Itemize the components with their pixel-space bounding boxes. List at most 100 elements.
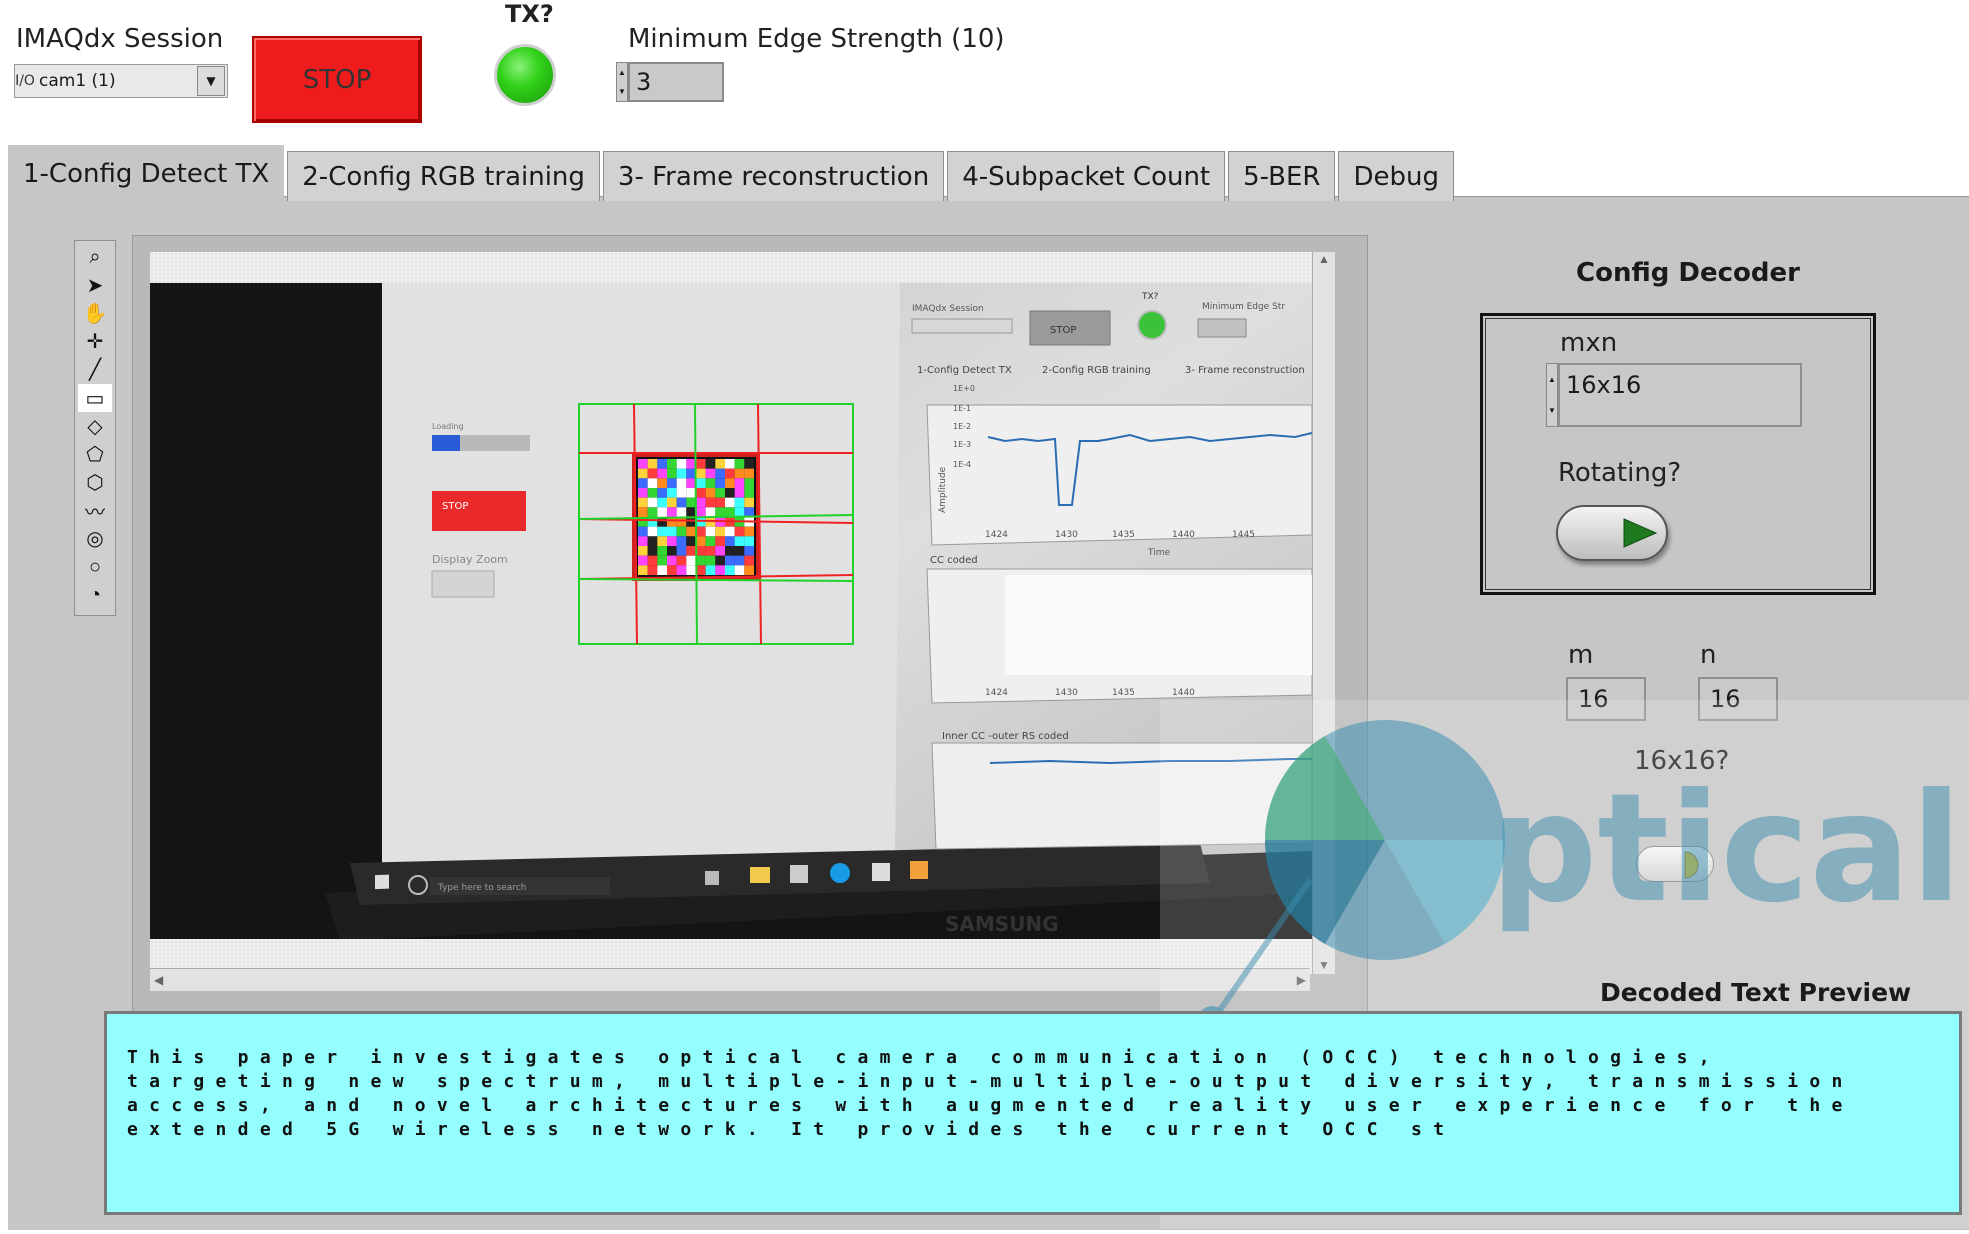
mosaic-cell xyxy=(705,497,716,508)
mosaic-cell xyxy=(696,546,706,556)
mosaic-cell xyxy=(638,546,648,556)
camera-image[interactable]: Type here to search SAMSUNG Loading STOP… xyxy=(150,283,1312,939)
decoded-text-preview[interactable]: This paper investigates optical camera c… xyxy=(104,1011,1962,1215)
mosaic-cell xyxy=(686,507,696,517)
zoom-icon[interactable]: ⌕ xyxy=(78,243,112,271)
mosaic-cell xyxy=(638,459,648,469)
oval-icon[interactable]: ○ xyxy=(78,553,112,581)
mosaic-cell xyxy=(744,565,754,575)
mosaic-cell xyxy=(715,488,725,498)
rotating-toggle[interactable] xyxy=(1556,505,1668,561)
tab-1[interactable]: 1-Config Detect TX xyxy=(8,145,285,201)
check-16x16-indicator xyxy=(1636,846,1714,882)
scroll-right-icon[interactable]: ▶ xyxy=(1297,973,1306,987)
half-disc-icon xyxy=(1684,851,1699,879)
rotated-rectangle-icon[interactable]: ◇ xyxy=(78,412,112,440)
mosaic-cell xyxy=(686,565,696,575)
spinner-arrows-icon[interactable]: ▲ ▼ xyxy=(1546,363,1558,427)
tab-4[interactable]: 4-Subpacket Count xyxy=(947,151,1226,201)
mosaic-cell xyxy=(638,555,648,566)
mosaic-cell xyxy=(647,488,658,498)
mosaic-cell xyxy=(686,546,696,556)
mosaic-cell xyxy=(715,507,725,517)
roi-tool-palette: ⌕ ➤ ✋ ✛ ╱ ▭ ◇ ⬠ ⬡ 〰 ◎ ○ ◔ xyxy=(74,240,116,616)
mosaic-cell xyxy=(715,565,725,575)
mosaic-cell xyxy=(734,507,745,517)
mosaic-cell xyxy=(744,546,754,556)
scroll-up-icon[interactable]: ▲ xyxy=(1318,252,1330,266)
pointer-icon[interactable]: ➤ xyxy=(78,271,112,299)
photo-session-label: IMAQdx Session xyxy=(912,304,984,314)
mosaic-cell xyxy=(705,468,716,479)
mosaic-cell xyxy=(715,459,725,469)
mosaic-cell xyxy=(744,468,754,479)
mosaic-cell xyxy=(667,497,677,508)
taskbar-search-text: Type here to search xyxy=(437,883,526,893)
rectangle-icon[interactable]: ▭ xyxy=(78,383,112,413)
min-edge-value[interactable]: 3 xyxy=(628,62,724,102)
mxn-input[interactable]: ▲ ▼ 16x16 xyxy=(1546,363,1802,427)
crosshair-icon[interactable]: ✛ xyxy=(78,328,112,356)
mosaic-cell xyxy=(715,546,725,556)
mosaic-cell xyxy=(715,555,725,566)
annulus-icon[interactable]: ◎ xyxy=(78,525,112,553)
tab-5[interactable]: 5-BER xyxy=(1228,151,1336,201)
mosaic-cell xyxy=(667,468,677,479)
photo-plot-1-tick-x2: 1435 xyxy=(1112,530,1135,540)
mosaic-cell xyxy=(705,555,716,566)
stop-button[interactable]: STOP xyxy=(252,36,422,123)
vertical-scrollbar[interactable]: ▲ ▼ xyxy=(1312,252,1335,974)
photo-plot-1-tick-y2: 1E-2 xyxy=(953,422,971,431)
mosaic-cell xyxy=(705,536,716,546)
photo-stop-text: STOP xyxy=(1050,325,1076,336)
mosaic-cell xyxy=(744,526,754,537)
polygon-icon[interactable]: ⬠ xyxy=(78,440,112,468)
mosaic-cell xyxy=(686,555,696,566)
mosaic-cell xyxy=(667,507,677,517)
mosaic-cell xyxy=(676,478,687,488)
mosaic-cell xyxy=(705,546,716,556)
tab-3[interactable]: 3- Frame reconstruction xyxy=(602,151,945,201)
mosaic-cell xyxy=(647,497,658,508)
chevron-down-icon[interactable]: ▼ xyxy=(197,66,225,96)
photo-plot-1-xlabel: Time xyxy=(1147,548,1170,558)
freehand-line-icon[interactable]: 〰 xyxy=(78,497,112,525)
m-indicator: 16 xyxy=(1566,677,1646,721)
min-edge-strength-input[interactable]: ▲ ▼ 3 xyxy=(616,62,724,102)
tab-2[interactable]: 2-Config RGB training xyxy=(287,151,600,201)
session-select[interactable]: I/O cam1 (1) ▼ xyxy=(14,64,228,98)
pan-hand-icon[interactable]: ✋ xyxy=(78,299,112,327)
mosaic-cell xyxy=(657,507,667,517)
freehand-region-icon[interactable]: ⬡ xyxy=(78,469,112,497)
mosaic-cell xyxy=(696,555,706,566)
photo-plot-2-tick-x2: 1435 xyxy=(1112,688,1135,698)
spinner-arrows-icon[interactable]: ▲ ▼ xyxy=(616,62,628,102)
mosaic-cell xyxy=(744,488,754,498)
mosaic-cell xyxy=(667,565,677,575)
mosaic-cell xyxy=(647,536,658,546)
line-icon[interactable]: ╱ xyxy=(78,356,112,384)
mosaic-cell xyxy=(734,459,745,469)
tab-6[interactable]: Debug xyxy=(1338,151,1454,201)
photo-plot-3-title: Inner CC -outer RS coded xyxy=(942,731,1069,742)
loading-label-text: Loading xyxy=(432,422,464,431)
mosaic-cell xyxy=(686,526,696,537)
broken-annulus-icon[interactable]: ◔ xyxy=(78,581,112,609)
scroll-left-icon[interactable]: ◀ xyxy=(154,973,163,987)
mosaic-cell xyxy=(676,488,687,498)
mosaic-cell xyxy=(686,536,696,546)
mosaic-cell xyxy=(657,536,667,546)
mosaic-cell xyxy=(638,497,648,508)
mosaic-cell xyxy=(705,459,716,469)
photo-tx-text: TX? xyxy=(1141,292,1159,302)
mxn-value[interactable]: 16x16 xyxy=(1558,363,1802,427)
mosaic-cell xyxy=(734,468,745,479)
mosaic-cell xyxy=(686,497,696,508)
scroll-down-icon[interactable]: ▼ xyxy=(1318,958,1330,972)
mosaic-cell xyxy=(725,459,735,469)
min-edge-label: Minimum Edge Strength (10) xyxy=(628,24,1005,54)
mosaic-cell xyxy=(725,536,735,546)
photo-plot-1-tick-y0: 1E+0 xyxy=(953,384,975,393)
horizontal-scrollbar[interactable]: ◀ ▶ xyxy=(150,968,1310,991)
mosaic-cell xyxy=(676,565,687,575)
